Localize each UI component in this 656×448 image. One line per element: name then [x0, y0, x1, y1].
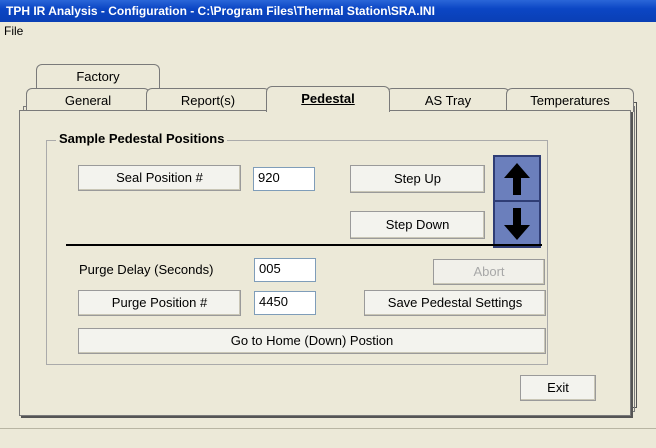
tab-reports[interactable]: Report(s): [146, 88, 270, 112]
purge-position-button[interactable]: Purge Position #: [78, 290, 241, 316]
step-up-arrow-button[interactable]: [493, 155, 541, 203]
abort-button[interactable]: Abort: [433, 259, 545, 285]
group-title: Sample Pedestal Positions: [56, 131, 228, 146]
menu-file[interactable]: File: [4, 24, 23, 38]
step-down-arrow-button[interactable]: [493, 200, 541, 248]
exit-button[interactable]: Exit: [520, 375, 596, 401]
tab-factory[interactable]: Factory: [36, 64, 160, 88]
section-divider: [66, 244, 542, 246]
go-home-button[interactable]: Go to Home (Down) Postion: [78, 328, 546, 354]
purge-position-field[interactable]: 4450: [254, 291, 316, 315]
seal-position-field[interactable]: 920: [253, 167, 315, 191]
tab-pedestal[interactable]: Pedestal: [266, 86, 390, 112]
seal-position-button[interactable]: Seal Position #: [78, 165, 241, 191]
purge-delay-field[interactable]: 005: [254, 258, 316, 282]
arrow-down-icon: [504, 208, 530, 240]
save-pedestal-settings-button[interactable]: Save Pedestal Settings: [364, 290, 546, 316]
step-up-button[interactable]: Step Up: [350, 165, 485, 193]
tab-temperatures[interactable]: Temperatures: [506, 88, 634, 112]
step-down-button[interactable]: Step Down: [350, 211, 485, 239]
window-title: TPH IR Analysis - Configuration - C:\Pro…: [0, 0, 656, 22]
arrow-up-icon: [504, 163, 530, 195]
status-bar: [0, 428, 656, 448]
tab-general[interactable]: General: [26, 88, 150, 112]
purge-delay-label: Purge Delay (Seconds): [79, 262, 214, 277]
tab-as-tray[interactable]: AS Tray: [386, 88, 510, 112]
menu-bar: File: [0, 22, 656, 40]
